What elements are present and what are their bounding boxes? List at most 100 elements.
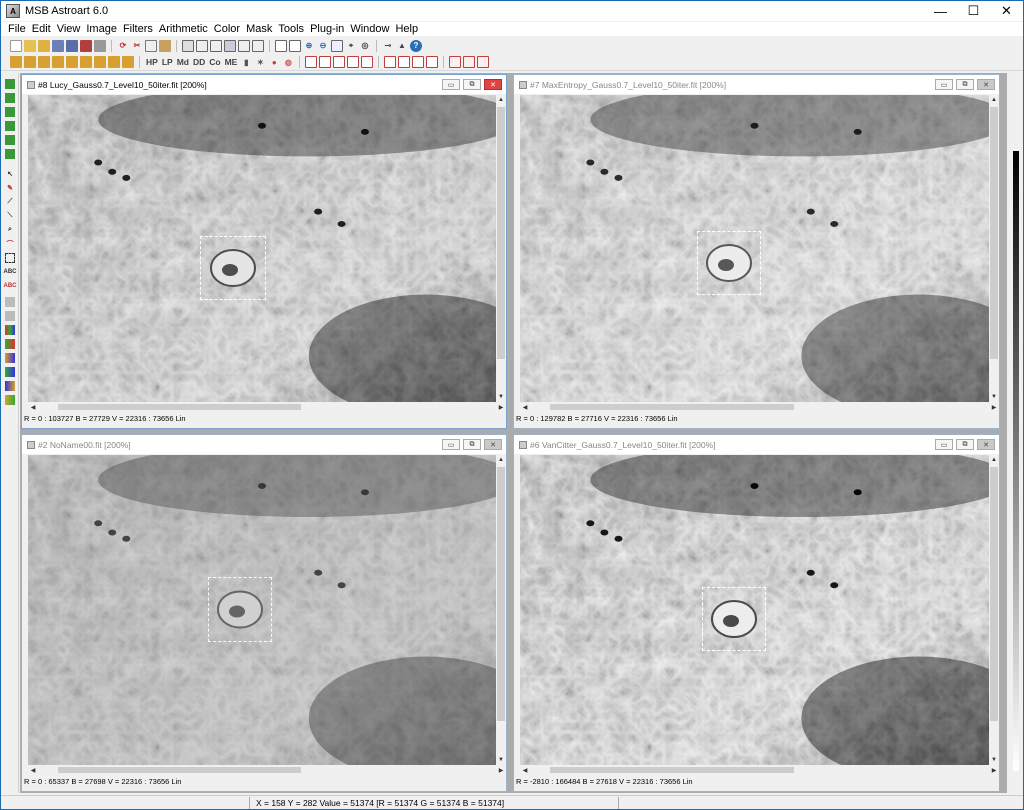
rgb-icon[interactable] (5, 325, 15, 335)
target-icon[interactable]: ◎ (359, 40, 371, 52)
window-close-button[interactable]: ✕ (484, 439, 502, 450)
tool-green-1-icon[interactable] (5, 79, 15, 89)
menu-edit[interactable]: Edit (32, 23, 51, 35)
paste-icon[interactable] (159, 39, 171, 52)
vertical-scroll-thumb[interactable] (497, 107, 505, 359)
color-merge-icon[interactable] (5, 395, 15, 405)
menu-file[interactable]: File (8, 23, 26, 35)
moon-image-viewport[interactable] (520, 455, 989, 765)
circle-red-icon[interactable]: ● (268, 56, 280, 68)
text-tool-icon[interactable]: ABC (4, 267, 17, 277)
vertical-scrollbar[interactable]: ▲ ▼ (496, 95, 506, 402)
vertical-scroll-thumb[interactable] (990, 107, 998, 359)
save-icon[interactable] (52, 39, 64, 52)
layer-gray-1-icon[interactable] (5, 297, 15, 307)
zoom-out-icon[interactable]: ⊖ (317, 40, 329, 52)
window-close-button[interactable]: ✕ (977, 79, 995, 90)
save-all-icon[interactable] (80, 39, 92, 52)
minimize-button[interactable]: — (924, 1, 957, 21)
scroll-down-arrow-icon[interactable]: ▼ (989, 392, 999, 402)
graph-tool-icon[interactable]: ⌒ (5, 239, 15, 249)
window-minimize-button[interactable]: ▭ (935, 439, 953, 450)
save-as-icon[interactable] (66, 39, 78, 52)
color-layers-icon[interactable] (5, 381, 15, 391)
circle-pink-icon[interactable]: ◍ (282, 56, 294, 68)
grid-c-icon[interactable] (477, 56, 490, 68)
menu-color[interactable]: Color (214, 23, 240, 35)
filter-i-icon[interactable] (122, 56, 134, 68)
zoom-in-icon[interactable]: ⊕ (303, 40, 315, 52)
horizontal-scrollbar[interactable]: ◀ ▶ (28, 402, 506, 412)
tool-green-5-icon[interactable] (5, 135, 15, 145)
median-button[interactable]: Md (176, 56, 190, 68)
scroll-right-arrow-icon[interactable]: ▶ (496, 402, 506, 412)
display-icon[interactable] (224, 39, 236, 52)
tool-green-2-icon[interactable] (5, 93, 15, 103)
scroll-up-arrow-icon[interactable]: ▲ (496, 95, 506, 105)
vertical-scroll-thumb[interactable] (497, 467, 505, 722)
menu-arithmetic[interactable]: Arithmetic (159, 23, 208, 35)
window-restore-button[interactable]: ⧉ (956, 79, 974, 90)
histogram-icon[interactable] (196, 39, 208, 52)
image-window-title-bar[interactable]: #2 NoName00.fit [200%] ▭ ⧉ ✕ (22, 435, 506, 454)
flip-vertical-icon[interactable] (289, 39, 301, 52)
pointer-icon[interactable]: ↖ (5, 169, 15, 179)
measure-icon[interactable]: ⟋ (5, 197, 15, 207)
vertical-scrollbar[interactable]: ▲ ▼ (989, 95, 999, 402)
moon-image-viewport[interactable] (28, 455, 496, 765)
selection-rectangle[interactable] (702, 587, 766, 651)
stack-icon[interactable] (398, 56, 411, 68)
menu-filters[interactable]: Filters (123, 23, 153, 35)
horizontal-scrollbar[interactable]: ◀ ▶ (520, 402, 999, 412)
lowpass-button[interactable]: LP (161, 56, 174, 68)
text-edit-tool-icon[interactable]: ABC (4, 281, 17, 291)
flip-horizontal-icon[interactable] (275, 39, 287, 52)
profile-icon[interactable]: ⟍ (5, 211, 15, 221)
scroll-up-arrow-icon[interactable]: ▲ (496, 455, 506, 465)
camera-icon[interactable]: ▲ (396, 40, 408, 52)
vertical-scrollbar[interactable]: ▲ ▼ (496, 455, 506, 765)
zoom-fit-icon[interactable] (331, 39, 343, 52)
moon-image-viewport[interactable] (28, 95, 496, 402)
horizontal-scroll-thumb[interactable] (58, 404, 302, 410)
select-rect-icon[interactable] (5, 253, 15, 263)
window-close-button[interactable]: ✕ (977, 439, 995, 450)
scroll-up-arrow-icon[interactable]: ▲ (989, 455, 999, 465)
moon-image-viewport[interactable] (520, 95, 989, 402)
scroll-left-arrow-icon[interactable]: ◀ (520, 765, 530, 775)
copy-icon[interactable] (145, 39, 157, 52)
image-window-title-bar[interactable]: #6 VanCitter_Gauss0.7_Level10_50iter.fit… (514, 435, 999, 454)
crop-icon[interactable] (347, 56, 360, 68)
horizontal-scrollbar[interactable]: ◀ ▶ (520, 765, 999, 775)
crosshair-icon[interactable]: ⌖ (345, 40, 357, 52)
scroll-right-arrow-icon[interactable]: ▶ (989, 402, 999, 412)
menu-image[interactable]: Image (86, 23, 117, 35)
scroll-down-arrow-icon[interactable]: ▼ (989, 755, 999, 765)
tool-green-3-icon[interactable] (5, 107, 15, 117)
image-window-title-bar[interactable]: #8 Lucy_Gauss0.7_Level10_50iter.fit [200… (22, 75, 506, 94)
scroll-down-arrow-icon[interactable]: ▼ (496, 755, 506, 765)
image-window-1[interactable]: #8 Lucy_Gauss0.7_Level10_50iter.fit [200… (21, 74, 507, 429)
resize-icon[interactable] (333, 56, 346, 68)
image-window-4[interactable]: #6 VanCitter_Gauss0.7_Level10_50iter.fit… (513, 434, 1000, 792)
filter-d-icon[interactable] (52, 56, 64, 68)
filter-h-icon[interactable] (108, 56, 120, 68)
mosaic-icon[interactable] (412, 56, 425, 68)
bar-chart-icon[interactable]: ▮ (240, 56, 252, 68)
menu-view[interactable]: View (57, 23, 81, 35)
rgb-split-icon[interactable] (5, 339, 15, 349)
color-balance-icon[interactable] (5, 353, 15, 363)
refresh-icon[interactable]: ⟳ (117, 40, 129, 52)
window-minimize-button[interactable]: ▭ (442, 79, 460, 90)
scroll-left-arrow-icon[interactable]: ◀ (520, 402, 530, 412)
maxentropy-button[interactable]: ME (224, 56, 239, 68)
align-icon[interactable] (384, 56, 397, 68)
filter-e-icon[interactable] (66, 56, 78, 68)
palette-icon[interactable] (238, 39, 250, 52)
selection-rectangle[interactable] (208, 577, 272, 642)
stretch-icon[interactable] (252, 39, 264, 52)
contour-button[interactable]: Co (208, 56, 221, 68)
grid-b-icon[interactable] (463, 56, 476, 68)
highpass-button[interactable]: HP (145, 56, 159, 68)
scroll-left-arrow-icon[interactable]: ◀ (28, 402, 38, 412)
